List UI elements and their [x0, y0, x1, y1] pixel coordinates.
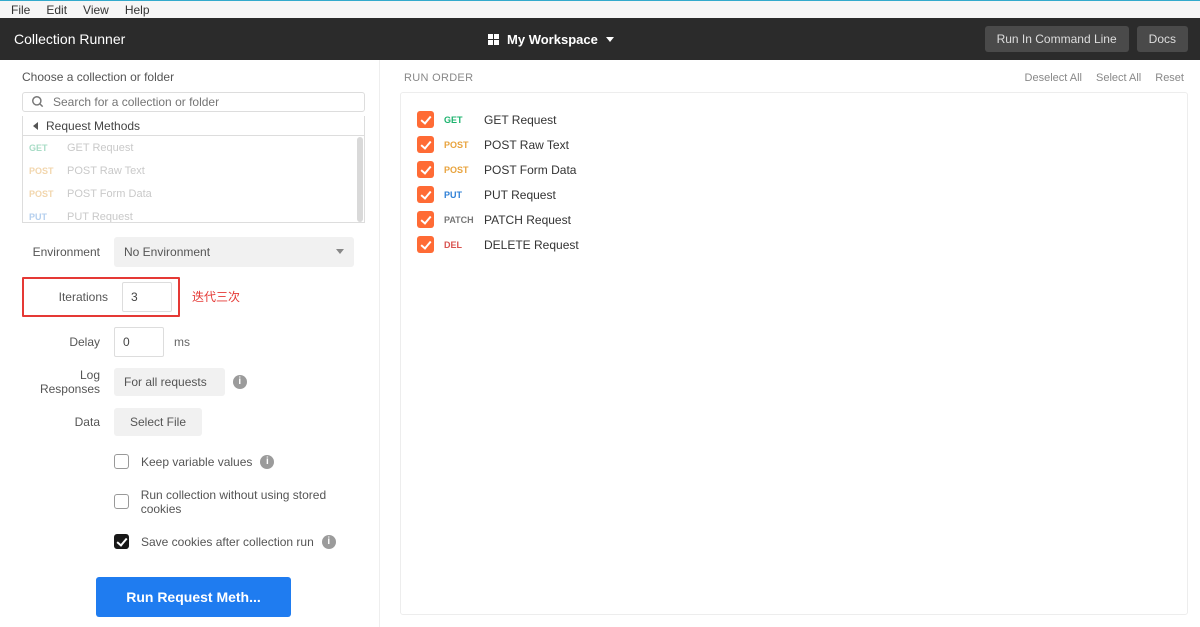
- menu-help[interactable]: Help: [117, 2, 158, 18]
- method-badge: POST: [29, 189, 67, 199]
- log-value: For all requests: [124, 375, 207, 389]
- delay-label: Delay: [22, 335, 100, 349]
- list-item[interactable]: POSTPOST Raw Text: [23, 159, 364, 182]
- run-order-panel: GETGET Request POSTPOST Raw Text POSTPOS…: [400, 92, 1188, 615]
- method-badge: PUT: [444, 190, 484, 200]
- method-badge: GET: [444, 115, 484, 125]
- method-badge: POST: [444, 140, 484, 150]
- iterations-highlight: Iterations 3: [22, 277, 180, 317]
- page-title: Collection Runner: [14, 31, 125, 47]
- run-cmd-button[interactable]: Run In Command Line: [985, 26, 1129, 52]
- info-icon[interactable]: i: [260, 455, 274, 469]
- run-order-row[interactable]: POSTPOST Form Data: [417, 157, 1171, 182]
- list-item-label: POST Form Data: [67, 188, 152, 200]
- grid-icon: [488, 34, 499, 45]
- scrollbar[interactable]: [357, 137, 363, 222]
- deselect-all-link[interactable]: Deselect All: [1025, 72, 1082, 84]
- right-pane: RUN ORDER Deselect All Select All Reset …: [380, 60, 1200, 627]
- row-checkbox[interactable]: [417, 211, 434, 228]
- chevron-left-icon: [33, 122, 38, 130]
- row-checkbox[interactable]: [417, 161, 434, 178]
- search-icon: [31, 95, 45, 109]
- iterations-input[interactable]: 3: [122, 282, 172, 312]
- iterations-label: Iterations: [30, 290, 108, 304]
- run-order-title: RUN ORDER: [404, 72, 473, 84]
- environment-select[interactable]: No Environment: [114, 237, 354, 267]
- method-badge: PUT: [29, 212, 67, 222]
- log-label: Log Responses: [22, 368, 100, 396]
- no-cookies-label: Run collection without using stored cook…: [141, 488, 365, 516]
- delay-input[interactable]: 0: [114, 327, 164, 357]
- list-item-label: PUT Request: [67, 211, 133, 223]
- collection-crumb[interactable]: Request Methods: [22, 116, 365, 136]
- workspace-name: My Workspace: [507, 32, 598, 47]
- list-item[interactable]: POSTPOST Form Data: [23, 182, 364, 205]
- menu-file[interactable]: File: [3, 2, 38, 18]
- crumb-label: Request Methods: [46, 119, 140, 133]
- run-settings: Environment No Environment Iterations 3 …: [22, 237, 365, 617]
- keep-vars-label: Keep variable values: [141, 455, 252, 469]
- method-badge: POST: [444, 165, 484, 175]
- left-pane: Choose a collection or folder Request Me…: [0, 60, 380, 627]
- row-label: PUT Request: [484, 188, 556, 202]
- run-order-row[interactable]: GETGET Request: [417, 107, 1171, 132]
- run-order-row[interactable]: DELDELETE Request: [417, 232, 1171, 257]
- list-item-label: GET Request: [67, 142, 133, 154]
- row-label: GET Request: [484, 113, 556, 127]
- row-label: POST Form Data: [484, 163, 576, 177]
- list-item-label: POST Raw Text: [67, 165, 145, 177]
- log-responses-select[interactable]: For all requests: [114, 368, 225, 396]
- run-order-row[interactable]: PATCHPATCH Request: [417, 207, 1171, 232]
- row-label: PATCH Request: [484, 213, 571, 227]
- method-badge: DEL: [444, 240, 484, 250]
- workspace-switcher[interactable]: My Workspace: [488, 32, 614, 47]
- row-checkbox[interactable]: [417, 186, 434, 203]
- chevron-down-icon: [336, 249, 344, 254]
- left-heading: Choose a collection or folder: [22, 70, 365, 84]
- row-label: DELETE Request: [484, 238, 579, 252]
- run-order-row[interactable]: POSTPOST Raw Text: [417, 132, 1171, 157]
- row-checkbox[interactable]: [417, 136, 434, 153]
- menu-edit[interactable]: Edit: [38, 2, 75, 18]
- select-file-button[interactable]: Select File: [114, 408, 202, 436]
- method-badge: GET: [29, 143, 67, 153]
- iterations-annotation: 迭代三次: [192, 288, 240, 305]
- info-icon[interactable]: i: [322, 535, 336, 549]
- search-input[interactable]: [53, 95, 356, 109]
- list-item[interactable]: GETGET Request: [23, 136, 364, 159]
- run-order-header: RUN ORDER Deselect All Select All Reset: [400, 72, 1188, 84]
- keep-vars-checkbox[interactable]: [114, 454, 129, 469]
- select-all-link[interactable]: Select All: [1096, 72, 1141, 84]
- row-label: POST Raw Text: [484, 138, 569, 152]
- method-badge: PATCH: [444, 215, 484, 225]
- env-label: Environment: [22, 245, 100, 259]
- row-checkbox[interactable]: [417, 111, 434, 128]
- row-checkbox[interactable]: [417, 236, 434, 253]
- list-item[interactable]: PUTPUT Request: [23, 205, 364, 223]
- app-toolbar: Collection Runner My Workspace Run In Co…: [0, 18, 1200, 60]
- collection-request-list: GETGET Request POSTPOST Raw Text POSTPOS…: [22, 136, 365, 223]
- data-label: Data: [22, 415, 100, 429]
- docs-button[interactable]: Docs: [1137, 26, 1188, 52]
- run-collection-button[interactable]: Run Request Meth...: [96, 577, 291, 617]
- chevron-down-icon: [606, 37, 614, 42]
- reset-link[interactable]: Reset: [1155, 72, 1184, 84]
- collection-search[interactable]: [22, 92, 365, 112]
- environment-value: No Environment: [124, 245, 210, 259]
- no-cookies-checkbox[interactable]: [114, 494, 129, 509]
- run-order-row[interactable]: PUTPUT Request: [417, 182, 1171, 207]
- delay-unit: ms: [174, 335, 190, 349]
- main-area: Choose a collection or folder Request Me…: [0, 60, 1200, 627]
- save-cookies-label: Save cookies after collection run: [141, 535, 314, 549]
- save-cookies-checkbox[interactable]: [114, 534, 129, 549]
- menubar: File Edit View Help: [0, 0, 1200, 18]
- menu-view[interactable]: View: [75, 2, 117, 18]
- info-icon[interactable]: i: [233, 375, 247, 389]
- method-badge: POST: [29, 166, 67, 176]
